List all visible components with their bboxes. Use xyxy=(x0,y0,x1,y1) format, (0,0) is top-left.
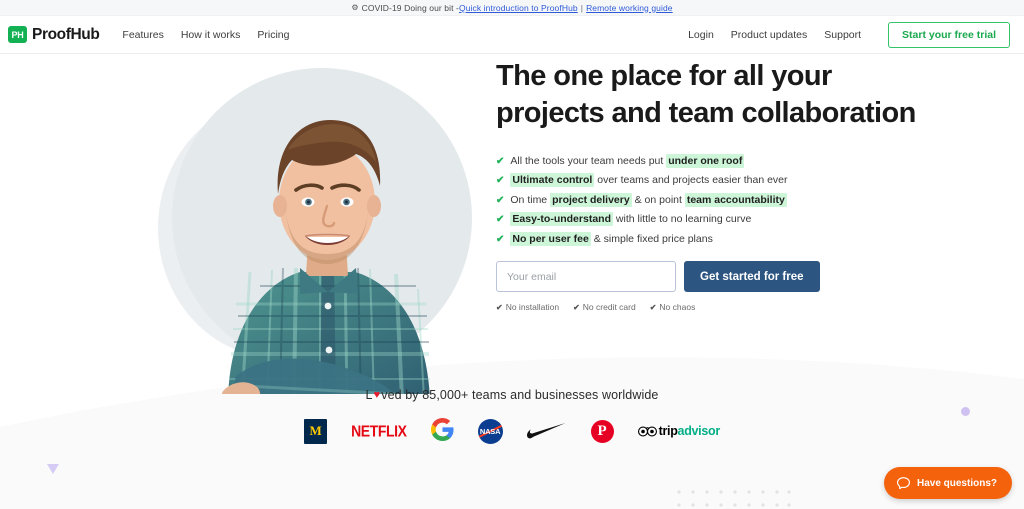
check-icon: ✔ xyxy=(573,302,580,312)
email-input[interactable] xyxy=(496,261,676,293)
list-item: ✔ No per user fee & simple fixed price p… xyxy=(496,231,936,246)
benefit-text: Easy-to-understand with little to no lea… xyxy=(510,212,752,227)
check-icon: ✔ xyxy=(649,302,657,312)
page-title: The one place for all your projects and … xyxy=(496,60,916,129)
chat-bubble-icon xyxy=(896,476,910,489)
pinterest-logo-icon: P xyxy=(590,419,614,443)
benefit-text: All the tools your team needs put under … xyxy=(510,153,745,168)
purple-dot-decoration-icon xyxy=(961,407,970,416)
hero-person-illustration xyxy=(221,120,430,394)
list-item: ✔ Ultimate control over teams and projec… xyxy=(496,173,936,188)
chat-widget-label: Have questions? xyxy=(916,477,997,489)
google-logo-icon xyxy=(430,417,454,445)
secondary-nav: Login Product updates Support Start your… xyxy=(688,21,1010,48)
social-proof-section: L ♥ ved by 85,000+ teams and businesses wo… xyxy=(0,349,1024,509)
tripadvisor-logo-icon: tripadvisor xyxy=(637,424,721,438)
nav-item-pricing[interactable]: Pricing xyxy=(257,29,289,41)
customer-logo-row: M NETFLIX NASA P tripadvisor xyxy=(304,417,721,445)
benefit-text: On time project delivery & on point team… xyxy=(510,192,787,207)
assurance-no-installation: ✔ No installation xyxy=(496,302,560,313)
banner-link-remote-guide[interactable]: Remote working guide xyxy=(586,3,673,13)
assurance-no-chaos: ✔ No chaos xyxy=(649,302,696,313)
nav-item-product-updates[interactable]: Product updates xyxy=(731,29,807,41)
check-icon: ✔ xyxy=(496,194,505,206)
netflix-logo-icon: NETFLIX xyxy=(351,421,407,441)
chat-widget-button[interactable]: Have questions? xyxy=(883,467,1012,499)
social-proof-headline: L ♥ ved by 85,000+ teams and businesses wo… xyxy=(365,388,659,402)
get-started-button[interactable]: Get started for free xyxy=(684,261,820,293)
logo[interactable]: PH ProofHub xyxy=(8,25,100,44)
highlight: team accountability xyxy=(684,192,787,207)
nasa-logo-icon: NASA xyxy=(477,418,503,444)
primary-nav: Features How it works Pricing xyxy=(122,29,289,41)
list-item: ✔ On time project delivery & on point te… xyxy=(496,192,936,207)
landing-page: ⚙ COVID-19 Doing our bit - Quick introdu… xyxy=(0,0,1024,509)
hero-section: The one place for all your projects and … xyxy=(0,54,1024,509)
highlight: Ultimate control xyxy=(510,173,595,188)
nav-item-support[interactable]: Support xyxy=(824,29,861,41)
check-icon: ✔ xyxy=(496,155,505,167)
virus-icon: ⚙ xyxy=(351,2,359,12)
banner-link-intro[interactable]: Quick introduction to ProofHub xyxy=(459,3,578,13)
hero-image xyxy=(150,54,500,399)
highlight: Easy-to-understand xyxy=(510,212,613,227)
proofhub-logo-icon: PH xyxy=(8,26,27,43)
banner-separator: | xyxy=(580,2,584,13)
signup-form: Get started for free xyxy=(496,261,936,293)
logo-wordmark: ProofHub xyxy=(32,25,100,43)
check-icon: ✔ xyxy=(496,302,503,312)
michigan-logo-icon: M xyxy=(304,418,328,444)
start-free-trial-button[interactable]: Start your free trial xyxy=(888,21,1010,48)
dot-grid-decoration-icon xyxy=(677,490,791,507)
check-icon: ✔ xyxy=(496,175,505,187)
list-item: ✔ Easy-to-understand with little to no l… xyxy=(496,212,936,227)
covid-banner: ⚙ COVID-19 Doing our bit - Quick introdu… xyxy=(0,0,1024,16)
site-header: PH ProofHub Features How it works Pricin… xyxy=(0,16,1024,54)
nav-item-login[interactable]: Login xyxy=(688,29,714,41)
signup-assurances: ✔ No installation ✔ No credit card ✔ No … xyxy=(496,302,936,312)
benefit-text: Ultimate control over teams and projects… xyxy=(510,173,788,188)
check-icon: ✔ xyxy=(496,233,505,245)
nav-item-features[interactable]: Features xyxy=(122,29,163,41)
tripadvisor-owl-icon xyxy=(637,425,657,437)
triangle-decoration-icon xyxy=(47,464,59,474)
nike-logo-icon xyxy=(526,423,567,439)
benefit-list: ✔ All the tools your team needs put unde… xyxy=(496,153,936,246)
assurance-no-credit-card: ✔ No credit card xyxy=(573,302,636,313)
highlight: No per user fee xyxy=(510,231,591,246)
highlight: under one roof xyxy=(666,153,745,168)
hero-content: The one place for all your projects and … xyxy=(496,54,936,312)
banner-text: COVID-19 Doing our bit - xyxy=(361,2,459,13)
tripadvisor-wordmark: tripadvisor xyxy=(658,424,721,438)
heart-icon: ♥ xyxy=(373,389,381,401)
highlight: project delivery xyxy=(550,192,632,207)
check-icon: ✔ xyxy=(496,214,505,226)
list-item: ✔ All the tools your team needs put unde… xyxy=(496,153,936,168)
nav-item-how-it-works[interactable]: How it works xyxy=(181,29,241,41)
benefit-text: No per user fee & simple fixed price pla… xyxy=(510,231,713,246)
